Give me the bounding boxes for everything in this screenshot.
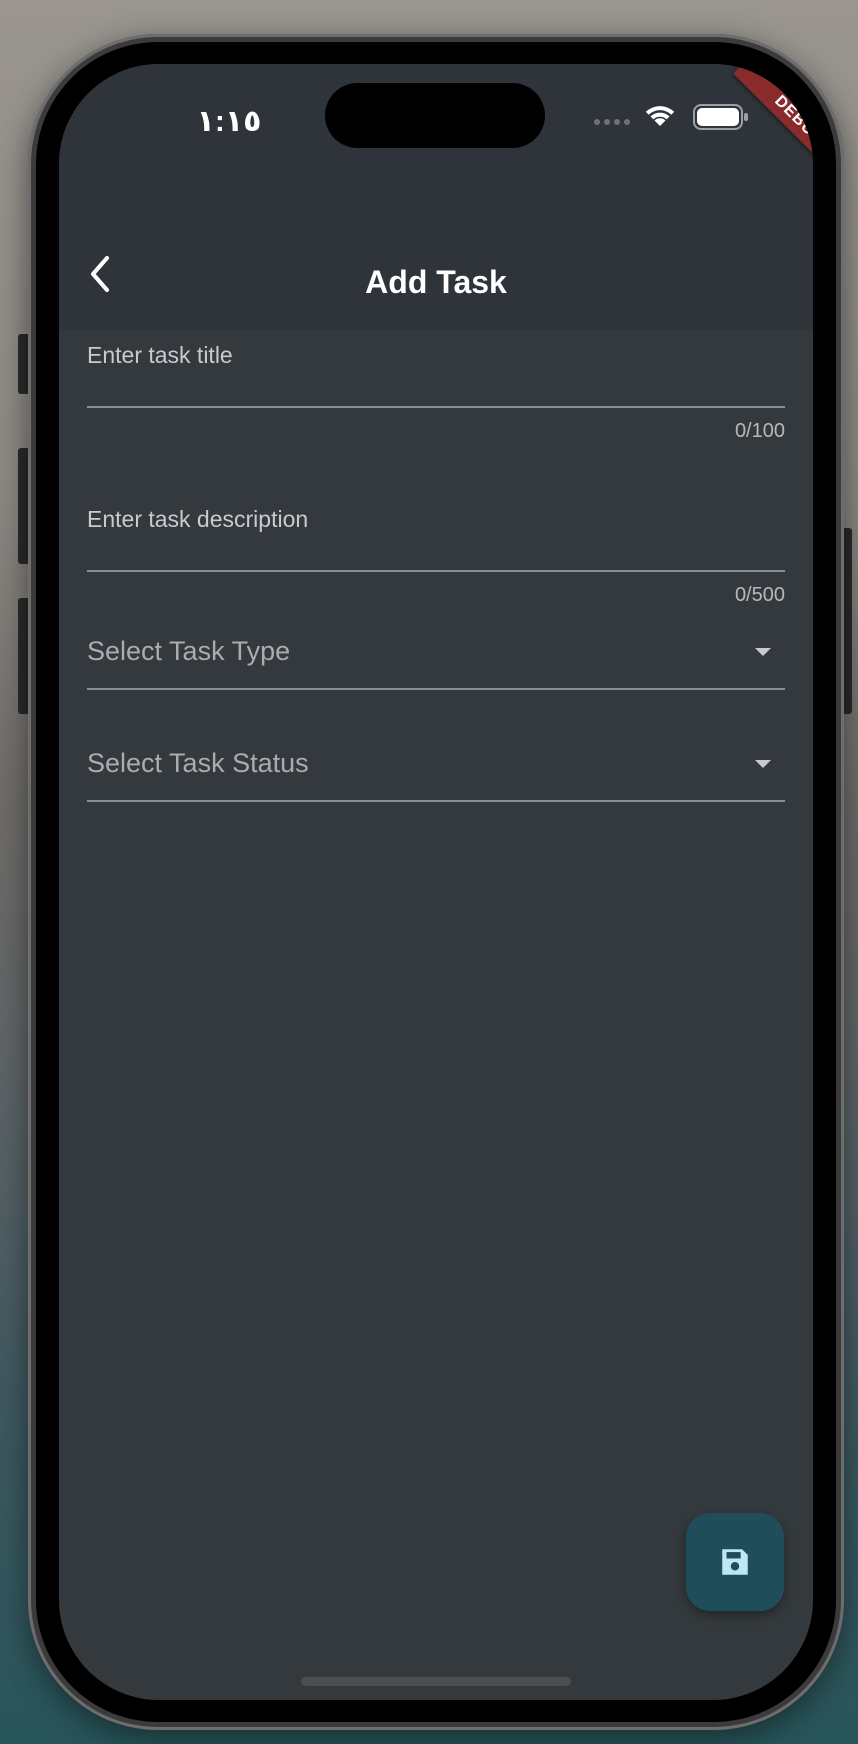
task-type-dropdown[interactable]: Select Task Type — [87, 612, 785, 692]
task-status-dropdown[interactable]: Select Task Status — [87, 724, 785, 804]
caret-down-icon — [755, 760, 771, 768]
task-title-field[interactable]: Enter task title 0/100 — [87, 320, 785, 442]
floppy-disk-icon — [722, 1549, 748, 1575]
task-title-counter: 0/100 — [734, 420, 785, 442]
dynamic-island — [325, 83, 545, 148]
task-title-label: Enter task title — [87, 342, 233, 368]
task-title-underline — [87, 406, 785, 408]
task-description-field[interactable]: Enter task description 0/500 — [87, 484, 785, 606]
status-bar: ١:١٥ DEBUG — [59, 64, 813, 187]
task-status-placeholder: Select Task Status — [87, 748, 309, 778]
task-description-label: Enter task description — [87, 506, 309, 532]
wifi-icon — [645, 106, 675, 126]
task-type-placeholder: Select Task Type — [87, 636, 291, 666]
task-status-underline — [87, 800, 785, 802]
home-indicator[interactable] — [301, 1677, 571, 1686]
save-button[interactable] — [686, 1513, 784, 1611]
task-description-underline — [87, 570, 785, 572]
caret-down-icon — [755, 648, 771, 656]
task-type-underline — [87, 688, 785, 690]
cellular-signal-icon — [594, 119, 634, 127]
app-bar: Add Task — [59, 174, 813, 330]
status-time: ١:١٥ — [196, 105, 262, 138]
battery-icon — [693, 104, 748, 130]
task-description-counter: 0/500 — [734, 584, 785, 606]
app-screen: ١:١٥ DEBUG Add Task Enter task title 0/1… — [59, 64, 813, 1700]
page-title: Add Task — [365, 264, 507, 300]
